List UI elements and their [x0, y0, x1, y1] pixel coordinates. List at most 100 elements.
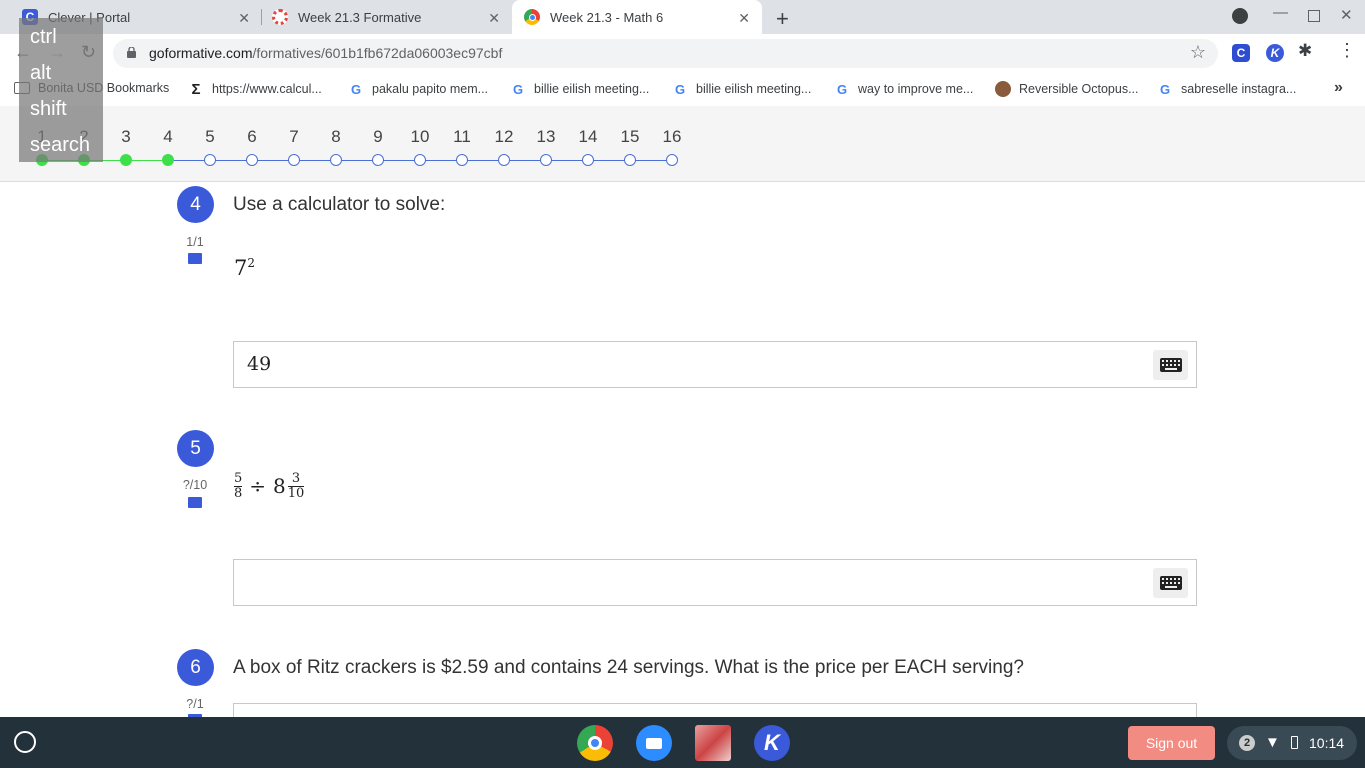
progress-question-number[interactable]: 11 [447, 127, 477, 147]
progress-question-number[interactable]: 15 [615, 127, 645, 147]
sign-out-button[interactable]: Sign out [1128, 726, 1215, 760]
question-progress: 12345678910111213141516 [0, 106, 1365, 182]
progress-dot[interactable] [582, 154, 594, 166]
minimize-icon[interactable]: — [1273, 4, 1288, 21]
progress-dot[interactable] [246, 154, 258, 166]
close-tab-icon[interactable]: ✕ [738, 10, 750, 27]
comment-icon[interactable] [188, 497, 202, 508]
bookmark-item[interactable]: G way to improve me... [834, 81, 973, 97]
question-number-badge[interactable]: 6 [177, 649, 214, 686]
comment-icon[interactable] [188, 253, 202, 264]
bookmark-label: https://www.calcul... [212, 82, 322, 96]
status-tray[interactable]: 2 ▼ 10:14 [1227, 726, 1357, 760]
progress-question-number[interactable]: 16 [657, 127, 687, 147]
kami-extension-icon[interactable]: K [1266, 44, 1284, 62]
progress-dot[interactable] [540, 154, 552, 166]
progress-question-number[interactable]: 6 [237, 127, 267, 147]
question-number-badge[interactable]: 4 [177, 186, 214, 223]
question-prompt: A box of Ritz crackers is $2.59 and cont… [233, 657, 1024, 678]
wifi-icon: ▼ [1265, 734, 1280, 751]
close-tab-icon[interactable]: ✕ [238, 10, 250, 27]
chrome-favicon-icon [524, 9, 540, 25]
chevron-down-icon[interactable] [1232, 8, 1248, 24]
chrome-app-icon[interactable] [577, 725, 613, 761]
answer-input[interactable]: 49 [233, 341, 1197, 388]
math-base: 7 [234, 256, 248, 280]
math-expression: 58 ÷ 8 3 10 [234, 471, 305, 501]
progress-question-number[interactable]: 3 [111, 127, 141, 147]
progress-question-number[interactable]: 5 [195, 127, 225, 147]
modifier-search: search [30, 134, 91, 156]
progress-question-number[interactable]: 9 [363, 127, 393, 147]
progress-dot[interactable] [666, 154, 678, 166]
progress-dot[interactable] [330, 154, 342, 166]
answer-input[interactable] [233, 559, 1197, 606]
formative-favicon-icon [272, 9, 288, 25]
bookmark-item[interactable]: Σ https://www.calcul... [188, 81, 322, 98]
launcher-icon[interactable] [14, 731, 36, 753]
whole-number: 8 [273, 474, 286, 499]
modifier-alt: alt [30, 62, 52, 84]
bookmark-item[interactable]: G sabreselle instagra... [1157, 81, 1296, 97]
math-expression: 72 [234, 256, 255, 280]
progress-dot[interactable] [204, 154, 216, 166]
progress-question-number[interactable]: 8 [321, 127, 351, 147]
close-window-icon[interactable]: ✕ [1340, 6, 1353, 24]
progress-dot[interactable] [624, 154, 636, 166]
menu-kebab-icon[interactable]: ⋮ [1338, 40, 1356, 61]
progress-dot[interactable] [456, 154, 468, 166]
math-operator: ÷ [249, 474, 267, 499]
progress-question-number[interactable]: 14 [573, 127, 603, 147]
question-score: ?/1 [186, 697, 204, 711]
progress-dot[interactable] [498, 154, 510, 166]
bookmark-item[interactable]: G billie eilish meeting... [672, 81, 811, 97]
fraction-numerator: 5 [234, 471, 243, 486]
tab-strip: C Clever | Portal ✕ Week 21.3 Formative … [0, 0, 1365, 34]
google-icon: G [512, 81, 524, 97]
fraction-denominator: 8 [234, 485, 243, 501]
progress-dot[interactable] [162, 154, 174, 166]
new-tab-button[interactable]: + [776, 6, 789, 32]
question-number-badge[interactable]: 5 [177, 430, 214, 467]
tab-week-math-6[interactable]: Week 21.3 - Math 6 ✕ [512, 0, 762, 34]
kami-app-icon[interactable]: K [754, 725, 790, 761]
clever-extension-icon[interactable]: C [1232, 44, 1250, 62]
bookmark-label: way to improve me... [858, 82, 974, 96]
bookmark-item[interactable]: G pakalu papito mem... [348, 81, 488, 97]
zoom-app-icon[interactable] [636, 725, 672, 761]
tab-title: Week 21.3 Formative [298, 9, 422, 25]
bookmark-item[interactable]: G billie eilish meeting... [510, 81, 649, 97]
tab-week-formative[interactable]: Week 21.3 Formative ✕ [250, 0, 512, 34]
question-prompt: Use a calculator to solve: [233, 194, 446, 215]
address-bar[interactable]: goformative.com/formatives/601b1fb672da0… [113, 39, 1218, 68]
bookmark-star-icon[interactable]: ☆ [1190, 42, 1206, 63]
progress-dot[interactable] [414, 154, 426, 166]
bookmark-label: billie eilish meeting... [696, 82, 812, 96]
progress-dot[interactable] [120, 154, 132, 166]
question-score: 1/1 [186, 235, 204, 249]
math-exponent: 2 [247, 256, 256, 270]
mixed-number: 8 3 10 [273, 472, 305, 500]
fraction: 58 [234, 471, 243, 501]
progress-question-number[interactable]: 10 [405, 127, 435, 147]
google-icon: G [350, 81, 362, 97]
progress-question-number[interactable]: 4 [153, 127, 183, 147]
close-tab-icon[interactable]: ✕ [488, 10, 500, 27]
progress-dot[interactable] [372, 154, 384, 166]
progress-question-number[interactable]: 7 [279, 127, 309, 147]
browser-toolbar: ← → ↻ goformative.com/formatives/601b1fb… [0, 34, 1365, 72]
bookmark-item[interactable]: Reversible Octopus... [995, 81, 1139, 97]
answer-input[interactable] [233, 703, 1197, 717]
extensions-puzzle-icon[interactable]: ✱ [1298, 41, 1312, 61]
progress-question-number[interactable]: 12 [489, 127, 519, 147]
modifier-shift: shift [30, 98, 67, 120]
maximize-icon[interactable] [1308, 10, 1320, 22]
progress-dot[interactable] [288, 154, 300, 166]
progress-question-number[interactable]: 13 [531, 127, 561, 147]
bookmarks-bar: Bonita USD Bookmarks Σ https://www.calcu… [0, 72, 1365, 106]
url-path: /formatives/601b1fb672da06003ec97cbf [252, 45, 503, 61]
photo-app-icon[interactable] [695, 725, 731, 761]
math-keyboard-button[interactable] [1153, 568, 1188, 598]
bookmarks-overflow-icon[interactable]: » [1334, 79, 1343, 97]
math-keyboard-button[interactable] [1153, 350, 1188, 380]
